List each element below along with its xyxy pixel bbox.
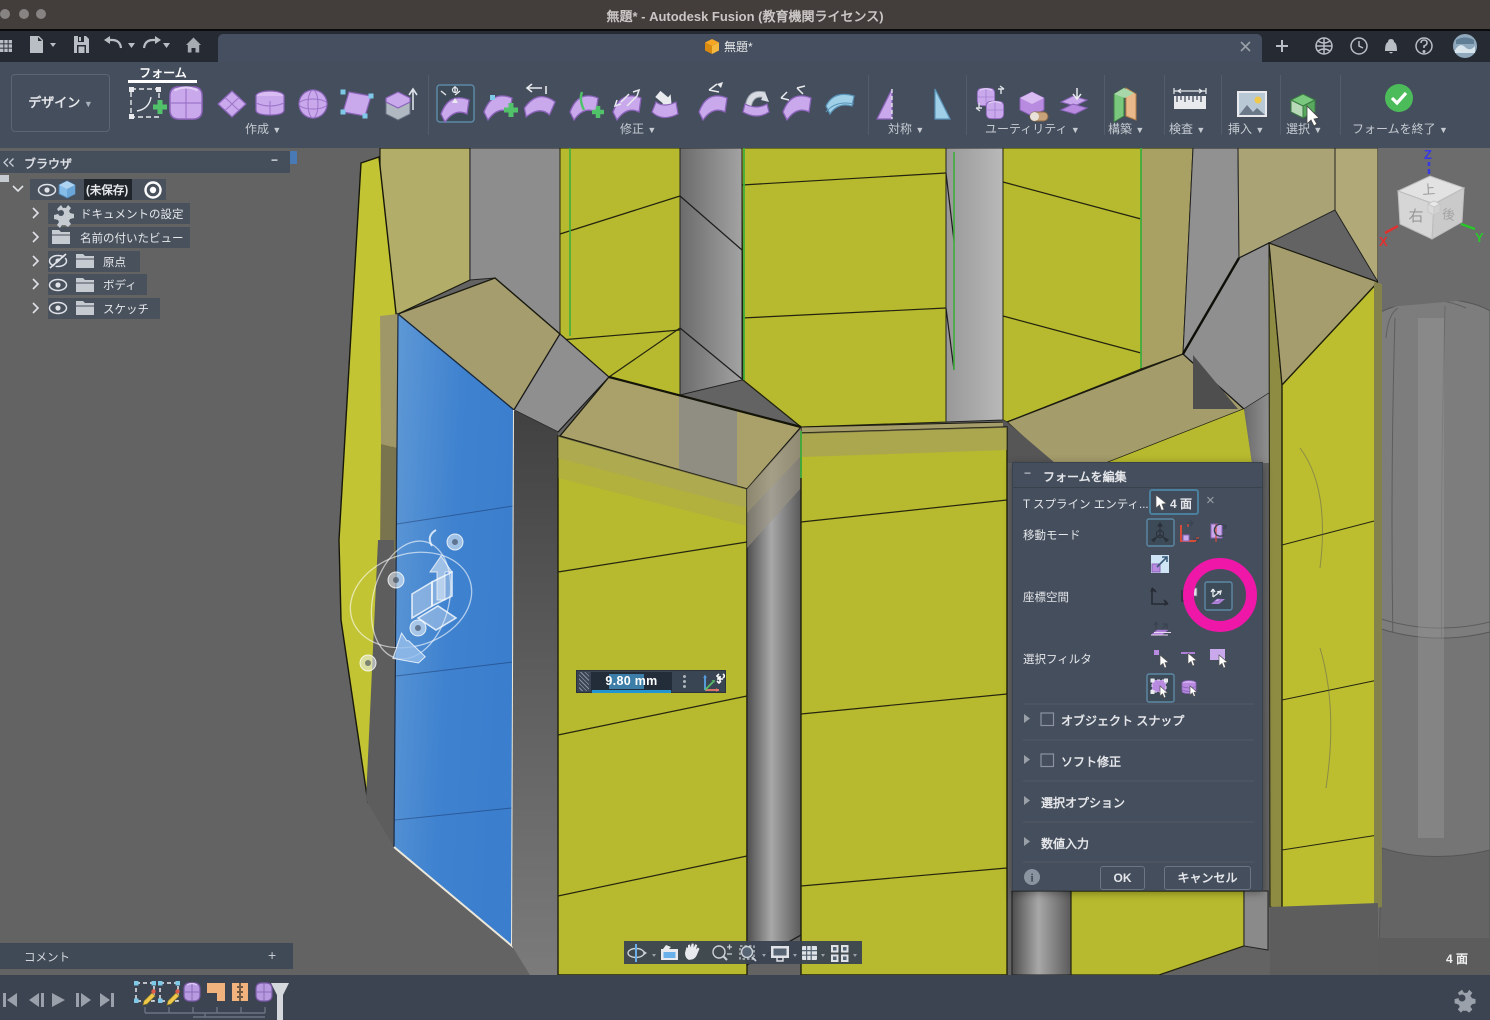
- svg-text:無題*: 無題*: [724, 39, 753, 54]
- svg-text:Z: Z: [1424, 148, 1432, 162]
- svg-text:Y: Y: [1475, 230, 1484, 245]
- svg-text:後: 後: [1441, 206, 1456, 223]
- svg-text:X: X: [1379, 234, 1388, 249]
- svg-text:上: 上: [1422, 182, 1436, 198]
- svg-text:右: 右: [1408, 208, 1423, 225]
